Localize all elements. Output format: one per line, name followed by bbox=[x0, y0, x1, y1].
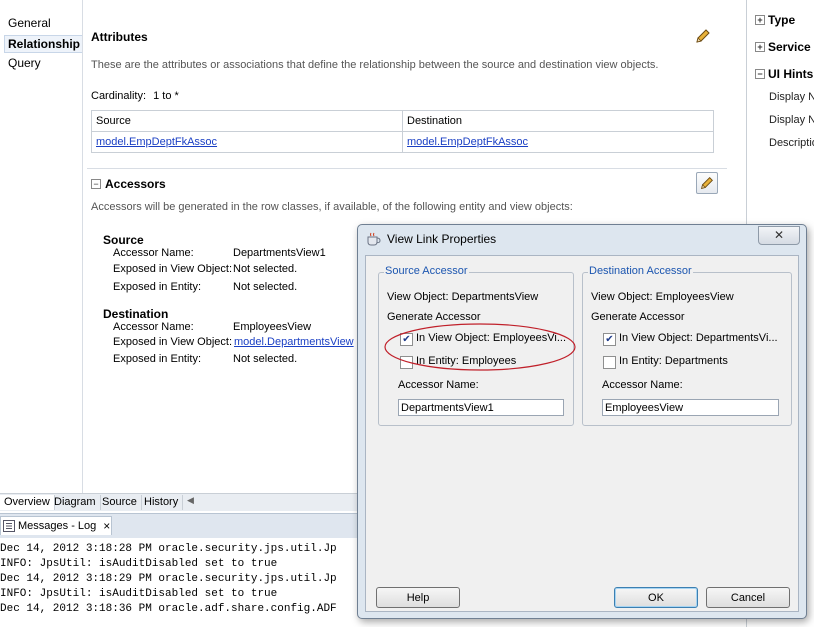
left-nav: General Relationship Query bbox=[0, 0, 85, 495]
log-tab-label: Messages - Log bbox=[18, 520, 97, 532]
log-line: Dec 14, 2012 3:18:28 PM oracle.security.… bbox=[0, 543, 337, 555]
src-value-2: Not selected. bbox=[233, 281, 298, 293]
help-button[interactable]: Help bbox=[376, 587, 460, 608]
source-accessor-name-label: Accessor Name: bbox=[398, 379, 479, 391]
accessors-title: Accessors bbox=[105, 177, 166, 191]
cardinality-row: Cardinality: 1 to * bbox=[91, 90, 179, 102]
destination-view-object-cb-label[interactable]: In View Object: DepartmentsVi... bbox=[619, 332, 778, 344]
attributes-description: These are the attributes or associations… bbox=[91, 59, 659, 71]
destination-entity-checkbox[interactable] bbox=[603, 356, 616, 369]
log-line: INFO: JpsUtil: isAuditDisabled set to tr… bbox=[0, 558, 278, 570]
edit-attributes-pencil-icon[interactable] bbox=[693, 26, 713, 46]
dialog-titlebar[interactable]: View Link Properties ✕ bbox=[358, 225, 806, 253]
log-line: INFO: JpsUtil: isAuditDisabled set to tr… bbox=[0, 588, 278, 600]
dst-label-1: Exposed in View Object: bbox=[113, 336, 233, 348]
field-label: Display Na bbox=[769, 91, 814, 103]
src-value-1: Not selected. bbox=[233, 263, 298, 275]
tab-history[interactable]: History bbox=[140, 495, 184, 510]
tab-messages-log[interactable]: Messages - Log × bbox=[0, 516, 112, 535]
collapse-icon[interactable]: − bbox=[755, 69, 765, 79]
scroll-left-icon[interactable]: ◀ bbox=[187, 495, 194, 506]
close-icon[interactable]: × bbox=[103, 519, 110, 533]
log-line: Dec 14, 2012 3:18:29 PM oracle.security.… bbox=[0, 573, 337, 585]
log-icon bbox=[3, 520, 15, 532]
section-ui-hints[interactable]: − UI Hints bbox=[755, 67, 813, 81]
attributes-title: Attributes bbox=[91, 30, 148, 44]
table-row: model.EmpDeptFkAssoc model.EmpDeptFkAsso… bbox=[91, 131, 714, 153]
cardinality-value: 1 to * bbox=[153, 90, 179, 102]
src-label-1: Exposed in View Object: bbox=[113, 263, 233, 275]
section-ui-hints-label: UI Hints bbox=[768, 67, 814, 81]
ok-button[interactable]: OK bbox=[614, 587, 698, 608]
nav-item-general[interactable]: General bbox=[8, 16, 51, 30]
cancel-button[interactable]: Cancel bbox=[706, 587, 790, 608]
source-accessor-name-input[interactable]: DepartmentsView1 bbox=[398, 399, 564, 416]
dst-value-0: EmployeesView bbox=[233, 321, 312, 333]
destination-accessor-group: Destination Accessor View Object: Employ… bbox=[582, 265, 792, 426]
source-assoc-cell: model.EmpDeptFkAssoc bbox=[91, 131, 403, 153]
coffee-cup-icon bbox=[367, 232, 381, 246]
cardinality-label: Cardinality: bbox=[91, 90, 147, 102]
dst-label-0: Accessor Name: bbox=[113, 321, 194, 333]
edit-accessors-pencil-icon[interactable] bbox=[696, 172, 718, 194]
nav-item-relationship[interactable]: Relationship bbox=[4, 35, 85, 53]
assoc-table: Source Destination model.EmpDeptFkAssoc … bbox=[91, 110, 714, 153]
section-type[interactable]: + Type bbox=[755, 13, 795, 27]
destination-accessor-name-input[interactable]: EmployeesView bbox=[602, 399, 779, 416]
accessors-description: Accessors will be generated in the row c… bbox=[91, 201, 573, 213]
accessors-header[interactable]: − Accessors bbox=[91, 177, 166, 191]
tab-overview[interactable]: Overview bbox=[0, 495, 55, 510]
destination-accessor-name-label: Accessor Name: bbox=[602, 379, 683, 391]
log-line: Dec 14, 2012 3:18:36 PM oracle.adf.share… bbox=[0, 603, 337, 615]
view-link-properties-dialog: View Link Properties ✕ Source Accessor V… bbox=[357, 224, 807, 619]
tab-diagram[interactable]: Diagram bbox=[50, 495, 101, 510]
destination-entity-cb-label[interactable]: In Entity: Departments bbox=[619, 355, 728, 367]
section-service-label: Service bbox=[768, 40, 811, 54]
destination-generate-label: Generate Accessor bbox=[591, 311, 685, 323]
dialog-body: Source Accessor View Object: Departments… bbox=[365, 255, 799, 612]
destination-assoc-cell: model.EmpDeptFkAssoc bbox=[402, 131, 714, 153]
src-label-2: Exposed in Entity: bbox=[113, 281, 202, 293]
source-heading: Source bbox=[103, 233, 144, 247]
collapse-icon[interactable]: − bbox=[91, 179, 101, 189]
section-divider bbox=[87, 168, 727, 169]
dst-view-object-link[interactable]: model.DepartmentsView bbox=[234, 336, 354, 348]
source-accessor-legend: Source Accessor bbox=[384, 265, 469, 277]
destination-view-object-checkbox[interactable]: ✔ bbox=[603, 333, 616, 346]
destination-heading: Destination bbox=[103, 307, 169, 321]
expand-icon[interactable]: + bbox=[755, 42, 765, 52]
destination-accessor-legend: Destination Accessor bbox=[588, 265, 693, 277]
destination-view-object: View Object: EmployeesView bbox=[591, 291, 734, 303]
highlight-ellipse bbox=[384, 323, 576, 371]
dst-value-2: Not selected. bbox=[233, 353, 298, 365]
src-label-0: Accessor Name: bbox=[113, 247, 194, 259]
source-view-object: View Object: DepartmentsView bbox=[387, 291, 539, 303]
expand-icon[interactable]: + bbox=[755, 15, 765, 25]
section-type-label: Type bbox=[768, 13, 796, 27]
nav-item-query[interactable]: Query bbox=[8, 56, 41, 70]
dst-label-2: Exposed in Entity: bbox=[113, 353, 202, 365]
source-assoc-link[interactable]: model.EmpDeptFkAssoc bbox=[96, 136, 217, 148]
column-header-destination: Destination bbox=[402, 110, 714, 132]
destination-assoc-link[interactable]: model.EmpDeptFkAssoc bbox=[407, 136, 528, 148]
table-header-row: Source Destination bbox=[91, 110, 714, 132]
column-header-source: Source bbox=[91, 110, 403, 132]
field-label: Display Na bbox=[769, 114, 814, 126]
dialog-close-button[interactable]: ✕ bbox=[758, 226, 800, 245]
dialog-title: View Link Properties bbox=[387, 232, 497, 246]
field-label: Descriptio bbox=[769, 137, 814, 149]
tab-source[interactable]: Source bbox=[98, 495, 142, 510]
src-value-0: DepartmentsView1 bbox=[233, 247, 326, 259]
section-service[interactable]: + Service bbox=[755, 40, 811, 54]
